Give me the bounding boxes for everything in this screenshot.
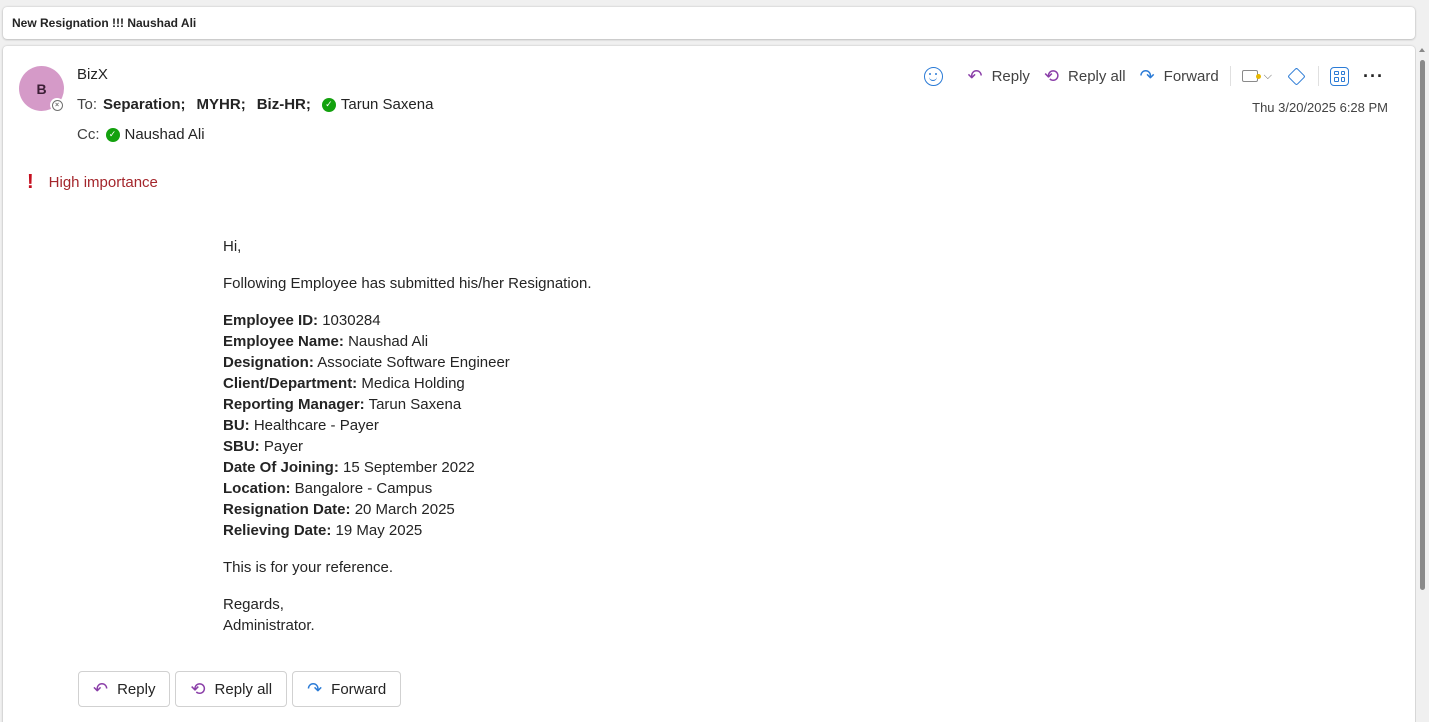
- email-reading-pane: B × BizX To: Separation; MYHR; Biz-HR; ✓…: [3, 46, 1415, 722]
- field-relieving-date: Relieving Date: 19 May 2025: [223, 522, 423, 539]
- reply-all-icon: ⟲: [1043, 66, 1060, 86]
- field-date-of-joining: Date Of Joining: 15 September 2022: [223, 459, 475, 476]
- to-line: To: Separation; MYHR; Biz-HR; ✓ Tarun Sa…: [77, 96, 433, 113]
- avatar-initial: B: [36, 80, 47, 97]
- exclamation-icon: !: [27, 171, 34, 193]
- reply-all-button[interactable]: ⟲ Reply all: [1037, 62, 1133, 90]
- vertical-scrollbar[interactable]: [1416, 46, 1429, 722]
- field-location: Location: Bangalore - Campus: [223, 480, 433, 497]
- field-resignation-date: Resignation Date: 20 March 2025: [223, 501, 455, 518]
- cc-line: Cc: ✓ Naushad Ali: [77, 126, 205, 143]
- reference-text: This is for your reference.: [223, 559, 394, 576]
- to-label: To:: [77, 96, 98, 113]
- reply-icon: ↶: [967, 66, 983, 86]
- scroll-up-arrow-icon[interactable]: [1419, 48, 1425, 52]
- importance-label: High importance: [48, 173, 158, 191]
- message-toolbar: ↶ Reply ⟲ Reply all ↷ Forward ⌵ ···: [917, 62, 1391, 90]
- recipient-biz-hr[interactable]: Biz-HR;: [257, 96, 311, 113]
- bottom-forward-label: Forward: [331, 680, 387, 698]
- loop-button[interactable]: [1279, 62, 1314, 90]
- recipient-separation[interactable]: Separation;: [103, 96, 186, 113]
- apps-grid-icon: [1330, 66, 1350, 86]
- message-body: Hi, Following Employee has submitted his…: [223, 236, 592, 636]
- bottom-reply-button[interactable]: ↶ Reply: [78, 671, 171, 707]
- presence-offline-icon: ×: [50, 98, 64, 112]
- greeting: Hi,: [223, 238, 242, 255]
- received-timestamp: Thu 3/20/2025 6:28 PM: [1252, 100, 1388, 115]
- more-icon: ···: [1363, 65, 1384, 86]
- recipient-tarun-saxena[interactable]: Tarun Saxena: [341, 96, 434, 113]
- toolbar-divider: [1229, 66, 1231, 86]
- reply-button[interactable]: ↶ Reply: [960, 62, 1036, 90]
- forward-button[interactable]: ↷ Forward: [1133, 62, 1226, 90]
- field-client-department: Client/Department: Medica Holding: [223, 375, 465, 392]
- importance-banner: ! High importance: [27, 172, 158, 192]
- more-actions-button[interactable]: ···: [1356, 62, 1391, 90]
- sender-name[interactable]: BizX: [77, 66, 108, 83]
- reply-label: Reply: [991, 67, 1030, 85]
- smiley-icon: [924, 66, 944, 86]
- cc-label: Cc:: [77, 126, 100, 143]
- reply-all-label: Reply all: [1068, 67, 1126, 85]
- email-subject: New Resignation !!! Naushad Ali: [12, 16, 197, 30]
- field-employee-name: Employee Name: Naushad Ali: [223, 333, 429, 350]
- field-sbu: SBU: Payer: [223, 438, 304, 455]
- forward-icon: ↷: [1139, 66, 1155, 86]
- signature-text: Administrator.: [223, 617, 315, 634]
- subject-bar: New Resignation !!! Naushad Ali: [3, 7, 1415, 39]
- field-designation: Designation: Associate Software Engineer: [223, 354, 510, 371]
- regards-text: Regards,: [223, 596, 284, 613]
- tag-icon: [1241, 70, 1261, 82]
- forward-label: Forward: [1163, 67, 1219, 85]
- intro-text: Following Employee has submitted his/her…: [223, 275, 592, 292]
- toolbar-divider: [1318, 66, 1320, 86]
- field-bu: BU: Healthcare - Payer: [223, 417, 379, 434]
- field-reporting-manager: Reporting Manager: Tarun Saxena: [223, 396, 462, 413]
- cc-recipient-naushad-ali[interactable]: Naushad Ali: [125, 126, 205, 143]
- reply-icon: ↶: [93, 679, 109, 699]
- field-employee-id: Employee ID: 1030284: [223, 312, 381, 329]
- recipient-myhr[interactable]: MYHR;: [197, 96, 246, 113]
- bottom-forward-button[interactable]: ↷ Forward: [292, 671, 402, 707]
- scrollbar-thumb[interactable]: [1420, 60, 1425, 590]
- bottom-action-bar: ↶ Reply ⟲ Reply all ↷ Forward: [78, 671, 406, 707]
- emoji-reaction-button[interactable]: [917, 62, 960, 90]
- verified-check-icon: ✓: [321, 97, 336, 112]
- reply-all-icon: ⟲: [190, 679, 206, 699]
- forward-icon: ↷: [307, 679, 323, 699]
- verified-check-icon: ✓: [105, 127, 120, 142]
- bottom-reply-label: Reply: [117, 680, 156, 698]
- bottom-reply-all-button[interactable]: ⟲ Reply all: [175, 671, 288, 707]
- bottom-reply-all-label: Reply all: [214, 680, 273, 698]
- categorize-button[interactable]: ⌵: [1235, 62, 1279, 90]
- loop-icon: [1287, 66, 1306, 86]
- chevron-down-icon: ⌵: [1263, 69, 1273, 82]
- apps-button[interactable]: [1323, 62, 1356, 90]
